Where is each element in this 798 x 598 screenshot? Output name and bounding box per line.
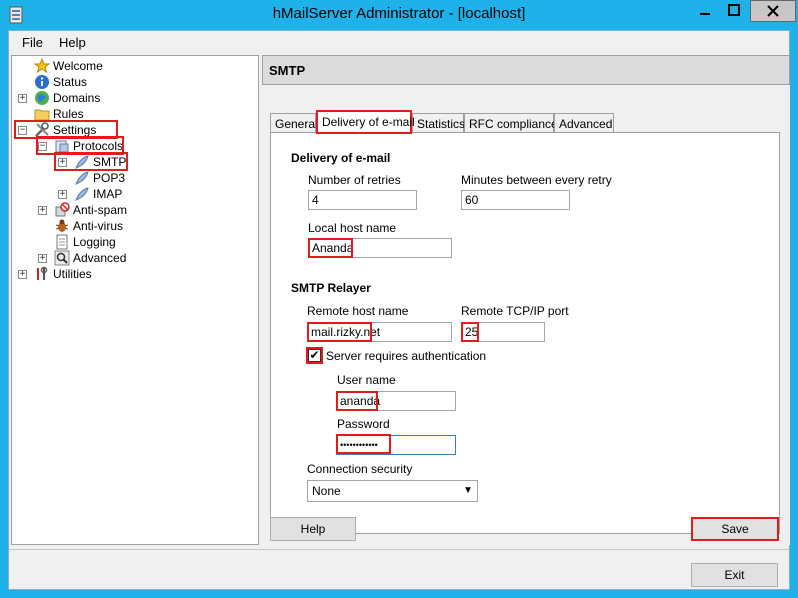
- menu-bar: File Help: [9, 31, 789, 53]
- feather-icon: [75, 171, 89, 185]
- tab-delivery[interactable]: Delivery of e-mail: [316, 110, 415, 134]
- tree-item-settings[interactable]: Settings: [34, 122, 96, 138]
- star-icon: [34, 58, 50, 74]
- help-button[interactable]: Help: [270, 517, 356, 541]
- feather-icon: [75, 187, 89, 201]
- maximize-button[interactable]: [720, 0, 748, 22]
- password-label: Password: [337, 417, 390, 431]
- expand-smtp[interactable]: +: [58, 158, 67, 167]
- chevron-down-icon: ▼: [463, 485, 473, 496]
- close-icon: [767, 5, 779, 17]
- tree-item-antispam[interactable]: Anti-spam: [54, 202, 127, 218]
- tab-advanced[interactable]: Advanced: [554, 113, 614, 133]
- magnifier-icon: [54, 250, 70, 266]
- relayer-section-title: SMTP Relayer: [291, 281, 371, 295]
- tab-statistics[interactable]: Statistics: [412, 113, 465, 133]
- port-field[interactable]: 25: [461, 322, 545, 342]
- main-window: hMailServer Administrator - [localhost] …: [0, 0, 798, 598]
- globe-icon: [35, 91, 49, 105]
- tools-icon: [35, 122, 49, 137]
- auth-checkbox[interactable]: ✔: [308, 349, 321, 362]
- exit-button[interactable]: Exit: [691, 563, 778, 587]
- username-field[interactable]: ananda: [336, 391, 456, 411]
- protocols-icon: [55, 140, 69, 153]
- save-button[interactable]: Save: [691, 517, 779, 541]
- separator: [9, 549, 789, 550]
- username-label: User name: [337, 373, 396, 387]
- tree-item-advanced[interactable]: Advanced: [54, 250, 126, 266]
- title-bar[interactable]: hMailServer Administrator - [localhost]: [0, 0, 798, 30]
- panel-title: SMTP: [262, 55, 790, 85]
- bug-icon: [55, 219, 69, 232]
- tree-item-utilities[interactable]: Utilities: [34, 266, 92, 282]
- expand-imap[interactable]: +: [58, 190, 67, 199]
- retries-label: Number of retries: [308, 173, 401, 187]
- retries-field[interactable]: 4: [308, 190, 417, 210]
- feather-icon: [75, 155, 89, 169]
- tree-item-rules[interactable]: Rules: [34, 106, 84, 122]
- expand-domains[interactable]: +: [18, 94, 27, 103]
- tree-item-imap[interactable]: IMAP: [74, 186, 122, 202]
- local-host-label: Local host name: [308, 221, 397, 235]
- tab-content: Delivery of e-mail Number of retries 4 M…: [270, 132, 780, 534]
- tree-item-domains[interactable]: Domains: [34, 90, 100, 106]
- client-area: File Help Welcome Status + Domains Rules…: [8, 30, 790, 590]
- navigation-tree: Welcome Status + Domains Rules − Setting…: [11, 55, 259, 545]
- security-select[interactable]: None ▼: [307, 480, 478, 502]
- security-label: Connection security: [307, 462, 413, 476]
- password-field[interactable]: ••••••••••••: [336, 435, 456, 455]
- tree-item-antivirus[interactable]: Anti-virus: [54, 218, 123, 234]
- close-button[interactable]: [750, 0, 796, 22]
- port-label: Remote TCP/IP port: [461, 304, 569, 318]
- menu-file[interactable]: File: [22, 35, 43, 50]
- remote-host-field[interactable]: mail.rizky.net: [307, 322, 452, 342]
- window-title: hMailServer Administrator - [localhost]: [272, 5, 526, 22]
- menu-help[interactable]: Help: [59, 35, 86, 50]
- tab-general[interactable]: General: [270, 113, 318, 133]
- folder-icon: [34, 109, 50, 121]
- settings-panel: SMTP General Delivery of e-mail Statisti…: [262, 55, 790, 545]
- minutes-label: Minutes between every retry: [461, 173, 612, 187]
- tab-rfc-compliance[interactable]: RFC compliance: [464, 113, 558, 133]
- collapse-protocols[interactable]: −: [38, 142, 47, 151]
- remote-host-label: Remote host name: [307, 304, 409, 318]
- utilities-icon: [37, 266, 48, 280]
- tree-item-protocols[interactable]: Protocols: [54, 138, 123, 154]
- tree-item-welcome[interactable]: Welcome: [34, 58, 103, 74]
- info-icon: [35, 75, 49, 89]
- minimize-icon: [700, 13, 710, 15]
- expand-antispam[interactable]: +: [38, 206, 47, 215]
- tree-item-pop3[interactable]: POP3: [74, 170, 125, 186]
- minutes-field[interactable]: 60: [461, 190, 570, 210]
- local-host-field[interactable]: Ananda: [308, 238, 452, 258]
- expand-advanced[interactable]: +: [38, 254, 47, 263]
- expand-utilities[interactable]: +: [18, 270, 27, 279]
- document-icon: [56, 234, 68, 250]
- collapse-settings[interactable]: −: [18, 126, 27, 135]
- tree-item-status[interactable]: Status: [34, 74, 87, 90]
- auth-label: Server requires authentication: [326, 349, 487, 363]
- minimize-button[interactable]: [690, 0, 720, 22]
- no-spam-icon: [55, 202, 70, 217]
- maximize-icon: [728, 4, 740, 16]
- delivery-section-title: Delivery of e-mail: [291, 151, 391, 165]
- tree-item-smtp[interactable]: SMTP: [74, 154, 126, 170]
- tree-item-logging[interactable]: Logging: [54, 234, 116, 250]
